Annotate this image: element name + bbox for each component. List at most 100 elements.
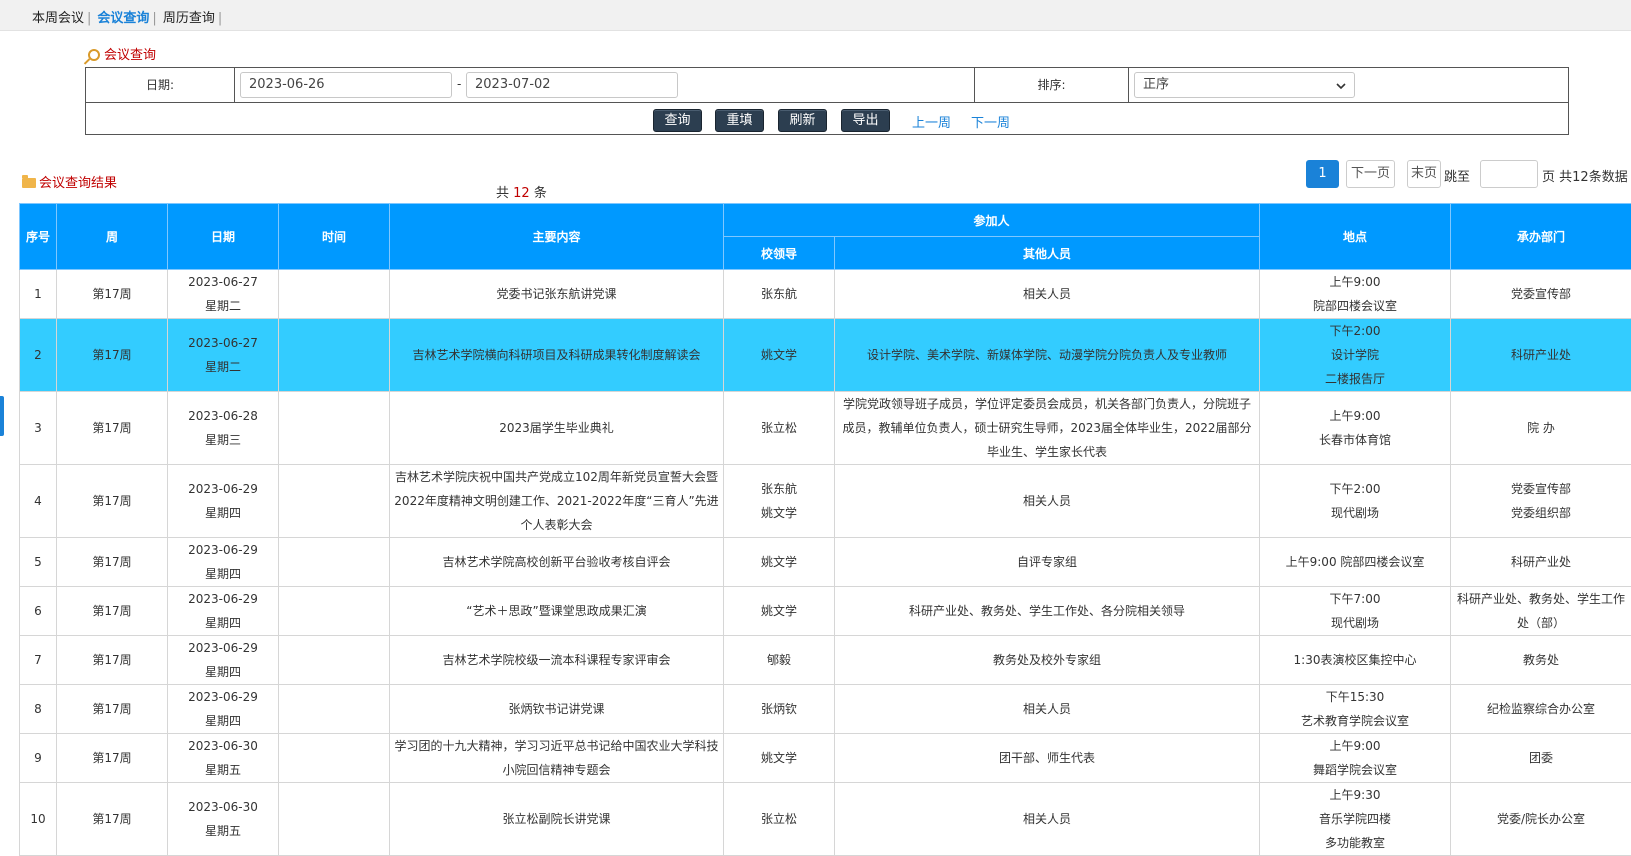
cell-leader: 张东航姚文学 [724,465,835,538]
cell-leader-line: 张立松 [727,416,831,440]
page-1-button[interactable]: 1 [1306,160,1339,188]
cell-content: 吉林艺术学院高校创新平台验收考核自评会 [390,538,724,587]
cell-others-line: 团干部、师生代表 [838,746,1256,770]
cell-department-line: 党委组织部 [1454,501,1628,525]
cell-index-line: 10 [23,807,53,831]
cell-leader-line: 姚文学 [727,501,831,525]
cell-index: 6 [20,587,57,636]
cell-date: 2023-06-30星期五 [168,783,279,856]
cell-time [279,538,390,587]
refresh-button[interactable]: 刷新 [778,109,827,132]
table-row[interactable]: 5第17周2023-06-29星期四吉林艺术学院高校创新平台验收考核自评会姚文学… [20,538,1631,587]
cell-department-line: 科研产业处 [1454,550,1628,574]
sort-select-value: 正序 [1143,77,1169,92]
cell-leader: 姚文学 [724,319,835,392]
next-page-button[interactable]: 下一页 [1346,160,1395,188]
cell-location-line: 上午9:00 [1263,404,1447,428]
cell-department: 教务处 [1451,636,1631,685]
table-row[interactable]: 8第17周2023-06-29星期四张炳钦书记讲党课张炳钦相关人员下午15:30… [20,685,1631,734]
cell-week: 第17周 [57,392,168,465]
count-suffix: 条 [534,186,547,201]
meeting-results-table: 序号 周 日期 时间 主要内容 参加人 地点 承办部门 校领导 其他人员 1第1… [19,203,1631,856]
cell-index: 2 [20,319,57,392]
table-row[interactable]: 4第17周2023-06-29星期四吉林艺术学院庆祝中国共产党成立102周年新党… [20,465,1631,538]
cell-date-line: 星期四 [171,660,275,684]
cell-leader-line: 姚文学 [727,550,831,574]
cell-location-line: 下午15:30 [1263,685,1447,709]
jump-label: 跳至 [1444,166,1470,185]
cell-department: 科研产业处、教务处、学生工作处（部） [1451,587,1631,636]
cell-content: 2023届学生毕业典礼 [390,392,724,465]
nav-this-week[interactable]: 本周会议 [32,11,84,26]
left-edge-marker [0,396,4,436]
cell-index-line: 1 [23,282,53,306]
cell-department-line: 党委宣传部 [1454,477,1628,501]
export-button[interactable]: 导出 [841,109,890,132]
cell-date-line: 星期四 [171,611,275,635]
query-title-text: 会议查询 [104,48,156,63]
cell-others: 相关人员 [835,270,1260,319]
nav-meeting-query[interactable]: 会议查询 [97,11,149,26]
sort-cell: 正序 [1129,68,1568,102]
col-header-week: 周 [57,204,168,270]
cell-location-line: 现代剧场 [1263,611,1447,635]
cell-leader-line: 姚文学 [727,343,831,367]
date-to-input[interactable]: 2023-07-02 [466,72,678,98]
table-row[interactable]: 2第17周2023-06-27星期二吉林艺术学院横向科研项目及科研成果转化制度解… [20,319,1631,392]
cell-content: 党委书记张东航讲党课 [390,270,724,319]
sort-select[interactable]: 正序 [1134,72,1355,98]
page-suffix: 页 [1542,170,1555,185]
cell-date: 2023-06-29星期四 [168,538,279,587]
table-row[interactable]: 10第17周2023-06-30星期五张立松副院长讲党课张立松相关人员上午9:3… [20,783,1631,856]
query-actions-row: 查询 重填 刷新 导出 上一周 下一周 [86,102,1568,136]
cell-time [279,270,390,319]
col-header-date: 日期 [168,204,279,270]
cell-others: 学院党政领导班子成员，学位评定委员会成员，机关各部门负责人，分院班子成员，教辅单… [835,392,1260,465]
table-row[interactable]: 7第17周2023-06-29星期四吉林艺术学院校级一流本科课程专家评审会郇毅教… [20,636,1631,685]
next-week-link[interactable]: 下一周 [971,112,1010,131]
last-page-button[interactable]: 末页 [1407,160,1441,188]
cell-index: 1 [20,270,57,319]
cell-week-line: 第17周 [60,489,164,513]
table-row[interactable]: 3第17周2023-06-28星期三2023届学生毕业典礼张立松学院党政领导班子… [20,392,1631,465]
results-title-text: 会议查询结果 [39,176,117,191]
prev-week-link[interactable]: 上一周 [912,112,951,131]
table-row[interactable]: 1第17周2023-06-27星期二党委书记张东航讲党课张东航相关人员上午9:0… [20,270,1631,319]
jump-page-input[interactable] [1480,160,1538,188]
cell-week: 第17周 [57,319,168,392]
cell-week-line: 第17周 [60,550,164,574]
cell-content-line: 吉林艺术学院横向科研项目及科研成果转化制度解读会 [393,343,720,367]
cell-date-line: 2023-06-27 [171,270,275,294]
search-button[interactable]: 查询 [653,109,702,132]
reset-button[interactable]: 重填 [715,109,764,132]
cell-location-line: 院部四楼会议室 [1263,294,1447,318]
cell-department-line: 党委宣传部 [1454,282,1628,306]
cell-index-line: 7 [23,648,53,672]
cell-content: 张立松副院长讲党课 [390,783,724,856]
cell-date: 2023-06-29星期四 [168,636,279,685]
sort-label: 排序: [975,68,1129,102]
query-form: 日期: 2023-06-26 - 2023-07-02 排序: 正序 查询 重填… [85,67,1569,135]
cell-location: 上午9:00舞蹈学院会议室 [1260,734,1451,783]
cell-department: 纪检监察综合办公室 [1451,685,1631,734]
cell-content-line: 吉林艺术学院庆祝中国共产党成立102周年新党员宣誓大会暨2022年度精神文明创建… [393,465,720,537]
cell-content-line: 2023届学生毕业典礼 [393,416,720,440]
table-row[interactable]: 6第17周2023-06-29星期四“艺术＋思政”暨课堂思政成果汇演姚文学科研产… [20,587,1631,636]
cell-leader: 姚文学 [724,587,835,636]
cell-location-line: 下午7:00 [1263,587,1447,611]
nav-calendar-query[interactable]: 周历查询 [163,11,215,26]
cell-others-line: 科研产业处、教务处、学生工作处、各分院相关领导 [838,599,1256,623]
cell-location: 上午9:00 院部四楼会议室 [1260,538,1451,587]
cell-location: 下午7:00现代剧场 [1260,587,1451,636]
date-from-input[interactable]: 2023-06-26 [240,72,452,98]
cell-others-line: 相关人员 [838,807,1256,831]
cell-location: 上午9:00长春市体育馆 [1260,392,1451,465]
cell-location-line: 上午9:00 院部四楼会议室 [1263,550,1447,574]
cell-location-line: 多功能教室 [1263,831,1447,855]
cell-content-line: 吉林艺术学院校级一流本科课程专家评审会 [393,648,720,672]
col-header-department: 承办部门 [1451,204,1631,270]
table-row[interactable]: 9第17周2023-06-30星期五学习团的十九大精神，学习习近平总书记给中国农… [20,734,1631,783]
cell-location-line: 1:30表演校区集控中心 [1263,648,1447,672]
cell-department-line: 科研产业处、教务处、学生工作处（部） [1454,587,1628,635]
cell-leader: 张立松 [724,392,835,465]
